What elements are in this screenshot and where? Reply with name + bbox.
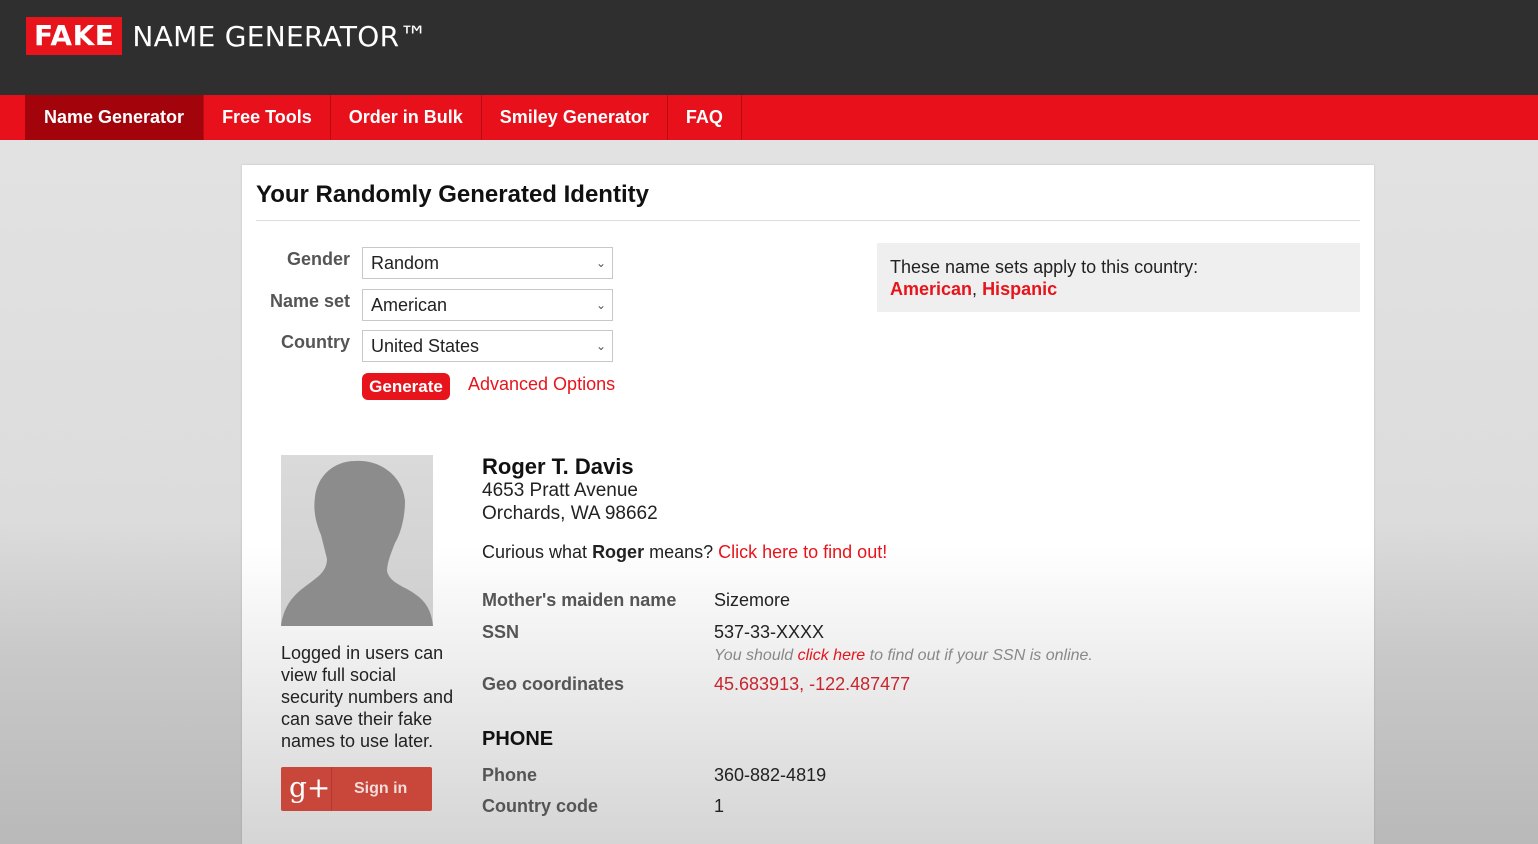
title-divider [256,220,1360,221]
country-select-value: United States [371,336,480,356]
logo-wordmark: NAME GENERATOR™ [132,19,428,53]
avatar [281,455,433,626]
login-note: Logged in users can view full social sec… [281,643,454,751]
ssn-value: 537-33-XXXX [714,622,825,642]
nav-item-order-in-bulk[interactable]: Order in Bulk [331,95,482,140]
gender-select-value: Random [371,253,440,273]
ssn-label: SSN [482,622,520,642]
name-meaning-line: Curious what Roger means? Click here to … [482,542,887,563]
google-plus-icon: g+ [289,771,331,804]
nameset-links: American, Hispanic [890,279,1347,300]
address-line-2: Orchards, WA 98662 [482,503,658,524]
maiden-name-value: Sizemore [714,590,791,610]
site-logo[interactable]: FAKE NAME GENERATOR™ [26,17,428,55]
phone-value: 360-882-4819 [714,765,827,785]
chevron-down-icon: ⌄ [595,256,606,270]
geo-coordinates-label: Geo coordinates [482,674,625,694]
phone-section-heading: PHONE [482,728,554,750]
ssn-check-link[interactable]: click here [798,647,866,664]
chevron-down-icon: ⌄ [595,298,606,312]
person-name: Roger T. Davis [482,454,634,479]
country-select[interactable]: United States ⌄ [362,330,613,362]
curious-suffix: means? [644,542,719,562]
ssn-note: You should click here to find out if you… [714,647,1093,665]
name-meaning-link[interactable]: Click here to find out! [718,542,887,562]
nameset-label: Name set [269,291,350,311]
nameset-link-american[interactable]: American [890,279,972,299]
address-line-1: 4653 Pratt Avenue [482,480,638,501]
country-code-value: 1 [714,796,725,816]
advanced-options-link[interactable]: Advanced Options [468,374,615,395]
curious-name: Roger [592,542,645,562]
curious-prefix: Curious what [482,542,593,562]
google-plus-signin-button[interactable]: g+ Sign in [281,767,432,811]
nameset-separator: , [972,279,983,299]
gender-select[interactable]: Random ⌄ [362,247,613,279]
country-label: Country [281,332,350,352]
main-nav: Name Generator Free Tools Order in Bulk … [25,95,742,140]
nameset-info-box: These name sets apply to this country: A… [877,243,1360,312]
identity-card: Your Randomly Generated Identity Gender … [242,165,1374,844]
main-nav-bar: Name Generator Free Tools Order in Bulk … [0,95,1538,140]
phone-label: Phone [482,765,538,785]
ssn-note-suffix: to find out if your SSN is online. [865,647,1093,664]
nameset-select-value: American [371,295,448,315]
nameset-select[interactable]: American ⌄ [362,289,613,321]
nav-item-smiley-generator[interactable]: Smiley Generator [482,95,668,140]
nav-item-free-tools[interactable]: Free Tools [204,95,331,140]
gender-label: Gender [286,249,350,269]
page-title: Your Randomly Generated Identity [256,181,649,208]
logo-fake-badge: FAKE [26,17,123,55]
chevron-down-icon: ⌄ [595,339,606,353]
ssn-note-prefix: You should [714,647,798,664]
maiden-name-label: Mother's maiden name [482,590,677,610]
generate-button[interactable]: Generate [362,373,450,400]
country-code-label: Country code [482,796,599,816]
nameset-info-text: These name sets apply to this country: [890,257,1199,277]
gplus-signin-label: Sign in [354,780,408,797]
nav-item-name-generator[interactable]: Name Generator [25,95,205,140]
geo-coordinates-link[interactable]: 45.683913, -122.487477 [714,674,910,695]
nameset-link-hispanic[interactable]: Hispanic [982,279,1057,299]
site-header: FAKE NAME GENERATOR™ [0,0,1538,95]
gplus-divider [331,767,332,811]
nav-item-faq[interactable]: FAQ [668,95,742,140]
person-silhouette-icon [281,460,433,626]
